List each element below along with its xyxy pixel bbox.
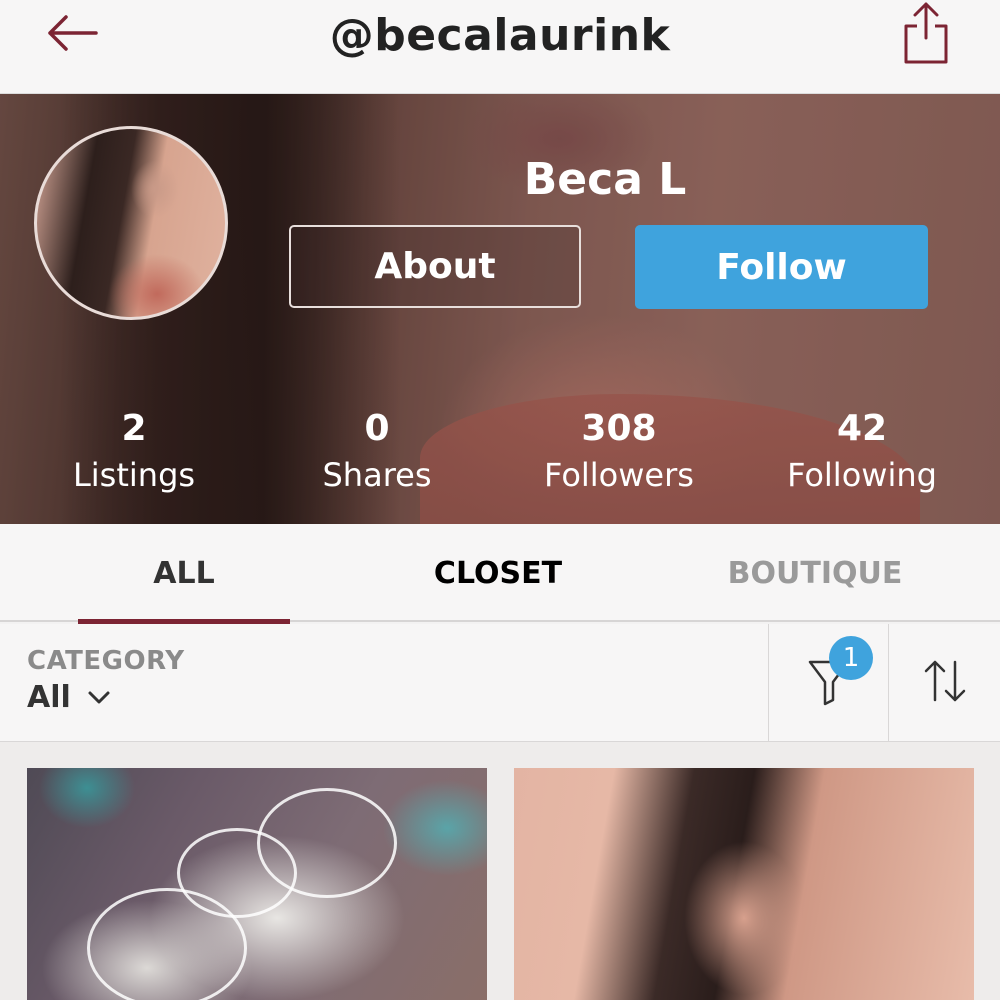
display-name: Beca L (523, 154, 687, 205)
closet-tabs: ALL CLOSET BOUTIQUE (0, 524, 1000, 624)
stat-listings[interactable]: 2 Listings (24, 407, 244, 499)
avatar[interactable] (34, 126, 228, 320)
stat-label: Listings (72, 456, 196, 494)
sort-arrows-icon (921, 656, 969, 710)
listing-card-2[interactable] (514, 768, 974, 1000)
stat-value: 42 (836, 408, 888, 449)
stat-value: 0 (364, 408, 390, 449)
profile-username: @becalaurink (329, 10, 671, 61)
category-value: All (27, 680, 71, 715)
profile-cover: Beca L About Follow 2 Listings 0 Shares … (0, 94, 1000, 524)
chevron-down-icon (87, 690, 111, 706)
category-select[interactable]: All (27, 680, 111, 715)
listing-card-1[interactable] (27, 768, 487, 1000)
category-label: CATEGORY (27, 646, 185, 676)
share-button[interactable] (896, 0, 956, 70)
stat-label: Followers (544, 456, 694, 494)
stat-followers[interactable]: 308 Followers (509, 407, 729, 499)
share-icon (901, 0, 951, 70)
stat-following[interactable]: 42 Following (752, 407, 972, 499)
listing-photo-detail (87, 888, 247, 1000)
stat-value: 2 (121, 408, 147, 449)
sort-button[interactable] (888, 624, 1000, 742)
stat-value: 308 (581, 408, 657, 449)
listing-photo-detail (257, 788, 397, 898)
top-bar: @becalaurink (0, 0, 1000, 94)
filter-count-badge: 1 (829, 636, 873, 680)
stat-shares[interactable]: 0 Shares (267, 407, 487, 499)
tab-boutique[interactable]: BOUTIQUE (700, 524, 930, 622)
tab-all[interactable]: ALL (78, 524, 290, 624)
stat-label: Following (787, 456, 937, 494)
about-button[interactable]: About (289, 225, 581, 308)
stat-label: Shares (322, 456, 432, 494)
follow-button[interactable]: Follow (635, 225, 928, 309)
tab-closet[interactable]: CLOSET (398, 524, 598, 622)
filter-button[interactable] (768, 624, 888, 742)
